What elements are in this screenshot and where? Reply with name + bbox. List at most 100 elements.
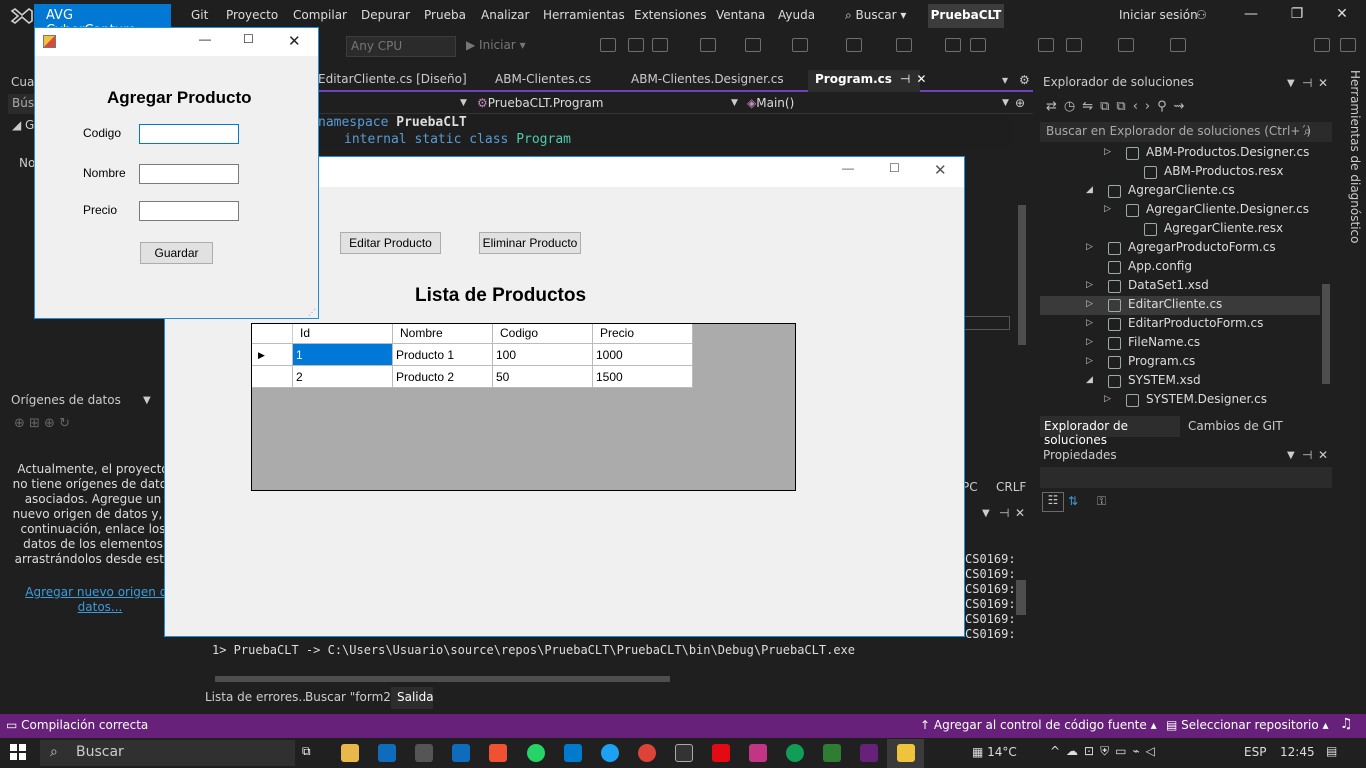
tab-program[interactable]: Program.cs ⊣ ✕ <box>808 70 926 92</box>
menu-ayuda[interactable]: Ayuda <box>778 8 815 22</box>
pointer-icon[interactable] <box>1066 38 1082 52</box>
props-close-icon[interactable]: ✕ <box>1318 448 1328 462</box>
table-cell[interactable]: 50 <box>493 366 593 388</box>
settings-gear-icon[interactable]: ⚙ <box>1019 73 1030 87</box>
solution-tree-item[interactable]: ABM-Productos.resx <box>1040 163 1320 182</box>
menu-extensiones[interactable]: Extensiones <box>634 8 707 22</box>
solution-tree-item[interactable]: App.config <box>1040 258 1320 277</box>
whatsapp-icon[interactable] <box>527 744 545 762</box>
col-header-codigo[interactable]: Codigo <box>493 324 593 344</box>
language-indicator[interactable]: ESP <box>1244 745 1266 759</box>
se-dropdown-icon[interactable]: ▼ <box>1287 78 1295 89</box>
platform-select[interactable]: Any CPU <box>346 36 456 57</box>
expander-icon[interactable]: ▷ <box>1104 394 1114 404</box>
split-editor-icon[interactable]: ⊕ <box>1015 96 1025 110</box>
clock[interactable]: 12:45 <box>1280 745 1315 759</box>
class-dropdown-arrow-icon[interactable]: ▼ <box>731 98 738 108</box>
pin-icon[interactable]: ⊣ <box>900 72 910 86</box>
output-pin-icon[interactable]: ⊣ <box>999 506 1009 520</box>
height-icon[interactable] <box>945 38 961 52</box>
search-menu[interactable]: ⌕ Buscar ▾ <box>845 8 906 23</box>
props-object-select[interactable] <box>1040 467 1332 488</box>
solution-tree-item[interactable]: ▷ ABM-Productos.Designer.cs <box>1040 144 1320 163</box>
member-dropdown[interactable]: ◈Main() <box>747 96 794 110</box>
git-icon[interactable] <box>489 744 507 762</box>
restore-icon[interactable]: ❐ <box>1282 6 1312 22</box>
expander-icon[interactable]: ▷ <box>1104 147 1114 157</box>
solution-tree-item[interactable]: ▷ EditarProductoForm.cs <box>1040 315 1320 334</box>
expander-icon[interactable]: ▷ <box>1086 318 1096 328</box>
expander-icon[interactable]: ▷ <box>1104 204 1114 214</box>
align-right-icon[interactable] <box>745 38 761 52</box>
table-cell[interactable]: Producto 2 <box>393 366 493 388</box>
menu-prueba[interactable]: Prueba <box>424 8 466 22</box>
solution-tree-item[interactable]: ▷ DataSet1.xsd <box>1040 277 1320 296</box>
spacing-icon[interactable] <box>846 38 862 52</box>
solution-tree-item[interactable]: ▷ AgregarCliente.Designer.cs <box>1040 201 1320 220</box>
props-dropdown-icon[interactable]: ▼ <box>1287 450 1295 461</box>
alphabetical-icon[interactable]: ⇅ <box>1068 494 1078 508</box>
lista-close-icon[interactable]: ✕ <box>934 161 947 179</box>
winform-app-icon[interactable] <box>897 744 915 762</box>
layout-icon[interactable] <box>652 38 668 52</box>
line-ending-label[interactable]: CRLF <box>996 480 1026 494</box>
expander-icon[interactable]: ▷ <box>1086 337 1096 347</box>
avg-cybercapture-title[interactable]: AVG CyberCapture <box>34 4 171 38</box>
solution-tree-item[interactable]: ▷ FileName.cs <box>1040 334 1320 353</box>
task-view-icon[interactable]: ⧉ <box>302 744 320 762</box>
table-cell[interactable]: 1000 <box>593 344 693 366</box>
terminal-icon[interactable] <box>675 744 693 762</box>
props-pin-icon[interactable]: ⊣ <box>1302 448 1312 462</box>
chrome-profile-icon[interactable] <box>786 744 804 762</box>
menu-herramientas[interactable]: Herramientas <box>543 8 625 22</box>
agregar-titlebar[interactable] <box>35 28 318 56</box>
codigo-input[interactable] <box>139 124 239 144</box>
weather-widget[interactable]: ▦ 14°C <box>972 745 1017 759</box>
categorized-icon[interactable]: ☷ <box>1042 492 1064 512</box>
add-data-source-link[interactable]: Agregar nuevo origen de datos... <box>20 585 180 615</box>
menu-analizar[interactable]: Analizar <box>481 8 529 22</box>
expander-icon[interactable]: ▷ <box>1086 242 1096 252</box>
table-cell[interactable]: Producto 1 <box>393 344 493 366</box>
se-scroll-thumb[interactable] <box>1322 284 1330 384</box>
chrome-icon[interactable] <box>638 744 656 762</box>
nav-dropdown-icon[interactable]: ▼ <box>460 98 467 108</box>
system-tray-icons[interactable]: ^☁⊡⛨▭⌁◁ <box>1050 744 1161 759</box>
tab-abm-clientes-designer[interactable]: ABM-Clientes.Designer.cs <box>631 72 784 86</box>
toolbox-tab[interactable]: Cua <box>11 75 34 89</box>
expander-icon[interactable]: ▷ <box>1086 299 1096 309</box>
minimize-icon[interactable]: — <box>1236 6 1266 22</box>
guardar-button[interactable]: Guardar <box>140 242 213 264</box>
output-hscroll-thumb[interactable] <box>215 676 670 682</box>
delete-product-button[interactable]: Eliminar Producto <box>479 232 581 254</box>
close-icon[interactable]: ✕ <box>1327 6 1357 22</box>
action-center-icon[interactable]: ▤ <box>1326 744 1337 758</box>
signin-link[interactable]: Iniciar sesión <box>1119 8 1198 22</box>
file-explorer-icon[interactable] <box>341 744 359 762</box>
se-pin-icon[interactable]: ⊣ <box>1302 76 1312 90</box>
app-icon[interactable] <box>415 744 433 762</box>
menu-git[interactable]: Git <box>191 8 208 22</box>
table-cell[interactable]: 1500 <box>593 366 693 388</box>
solution-tree-item[interactable]: ▷ SYSTEM.Designer.cs <box>1040 391 1320 410</box>
toolbox-icon[interactable] <box>628 38 644 52</box>
se-toolbar-icons[interactable]: ⇄◷⇋⧉⧉‹›⚲⇝ <box>1046 99 1192 114</box>
class-dropdown[interactable]: ⚙PruebaCLT.Program <box>477 96 603 110</box>
diagnostic-tools-tab[interactable]: Herramientas de diagnóstico <box>1342 70 1362 250</box>
solution-tree-item[interactable]: ▷ EditarCliente.cs <box>1040 296 1320 315</box>
nombre-input[interactable] <box>139 164 239 184</box>
windows-start-icon[interactable] <box>10 744 26 760</box>
agregar-close-icon[interactable]: ✕ <box>288 32 301 50</box>
width-icon[interactable] <box>896 38 912 52</box>
open-folder-icon[interactable] <box>600 38 616 52</box>
menu-proyecto[interactable]: Proyecto <box>226 8 278 22</box>
add-source-control[interactable]: ↑ Agregar al control de código fuente ▴ <box>920 718 1157 732</box>
table-cell[interactable]: 100 <box>493 344 593 366</box>
precio-input[interactable] <box>139 201 239 221</box>
products-grid[interactable]: Id Nombre Codigo Precio ▶ 1 Producto 1 1… <box>251 323 796 491</box>
row-selector-icon[interactable]: ▶ <box>252 344 293 366</box>
solution-tree-item[interactable]: ◢ SYSTEM.xsd <box>1040 372 1320 391</box>
visual-studio-logo-icon[interactable] <box>10 6 34 26</box>
solution-tree-item[interactable]: ▷ AgregarProductoForm.cs <box>1040 239 1320 258</box>
data-source-tools-icon[interactable]: ⊕ ⊞ ⊕ ↻ <box>14 416 70 431</box>
